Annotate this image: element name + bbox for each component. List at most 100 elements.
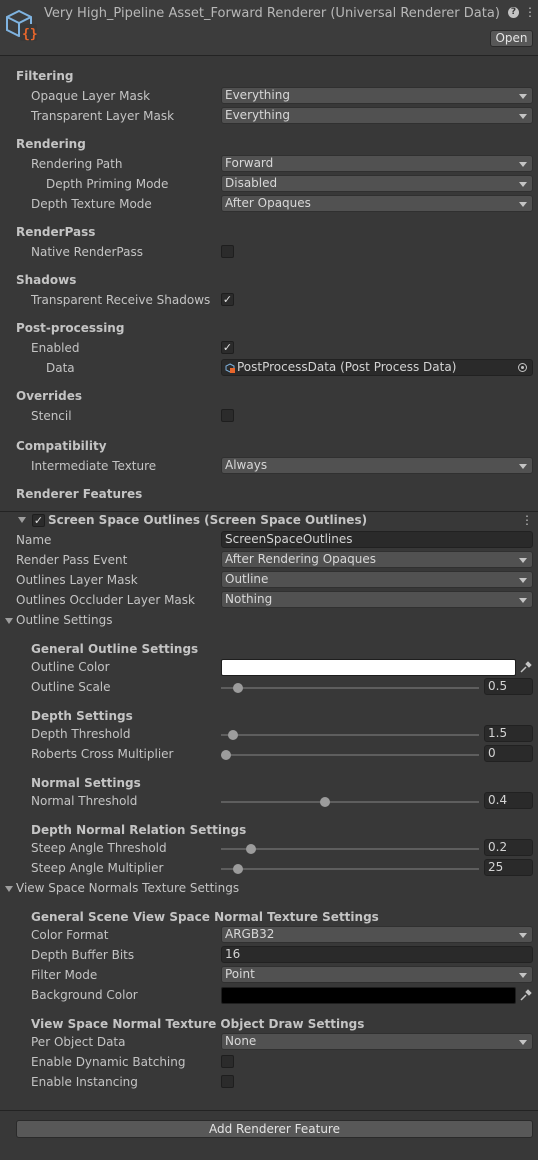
general-scene-view-space-heading: General Scene View Space Normal Texture … bbox=[31, 910, 379, 924]
feature-title: Screen Space Outlines (Screen Space Outl… bbox=[48, 513, 368, 527]
chevron-down-icon bbox=[519, 578, 527, 583]
filter-mode-dropdown[interactable]: Point bbox=[221, 966, 533, 983]
view-space-foldout-icon[interactable] bbox=[5, 886, 13, 892]
intermediate-texture-dropdown[interactable]: Always bbox=[221, 457, 533, 474]
post-processing-enabled-checkbox[interactable]: ✓ bbox=[221, 341, 234, 354]
transparent-layer-mask-label: Transparent Layer Mask bbox=[31, 109, 175, 123]
enable-dynamic-batching-label: Enable Dynamic Batching bbox=[31, 1055, 186, 1069]
outline-scale-slider-thumb[interactable] bbox=[233, 683, 244, 693]
feature-name-input[interactable]: ScreenSpaceOutlines bbox=[221, 531, 533, 548]
outline-settings-heading[interactable]: Outline Settings bbox=[16, 611, 112, 629]
depth-priming-mode-label: Depth Priming Mode bbox=[46, 177, 169, 191]
normal-threshold-slider-thumb[interactable] bbox=[320, 797, 331, 807]
depth-threshold-slider-thumb[interactable] bbox=[228, 730, 239, 740]
chevron-down-icon bbox=[519, 933, 527, 938]
opaque-layer-mask-value: Everything bbox=[225, 88, 290, 102]
depth-priming-mode-dropdown[interactable]: Disabled bbox=[221, 175, 533, 192]
outlines-occluder-layer-mask-dropdown[interactable]: Nothing bbox=[221, 591, 533, 608]
post-process-data-object-field[interactable]: PostProcessData (Post Process Data) bbox=[221, 359, 533, 376]
per-object-data-dropdown[interactable]: None bbox=[221, 1033, 533, 1050]
depth-threshold-input[interactable]: 1.5 bbox=[484, 725, 533, 742]
outlines-occluder-layer-mask-value: Nothing bbox=[225, 592, 273, 606]
inspector-header: {} Very High_Pipeline Asset_Forward Rend… bbox=[0, 0, 538, 56]
render-pass-event-value: After Rendering Opaques bbox=[225, 552, 376, 566]
steep-angle-multiplier-input[interactable]: 25 bbox=[484, 859, 533, 876]
normal-settings-heading: Normal Settings bbox=[31, 776, 141, 790]
feature-foldout-icon[interactable] bbox=[18, 517, 26, 523]
outline-scale-input[interactable]: 0.5 bbox=[484, 678, 533, 695]
add-renderer-feature-button[interactable]: Add Renderer Feature bbox=[16, 1120, 533, 1138]
roberts-cross-multiplier-input[interactable]: 0 bbox=[484, 745, 533, 762]
depth-buffer-bits-label: Depth Buffer Bits bbox=[31, 948, 135, 962]
eyedropper-icon[interactable] bbox=[519, 660, 533, 674]
steep-angle-threshold-input[interactable]: 0.2 bbox=[484, 839, 533, 856]
context-menu-icon[interactable]: ⋮ bbox=[524, 5, 536, 19]
object-draw-settings-heading: View Space Normal Texture Object Draw Se… bbox=[31, 1017, 365, 1031]
object-picker-icon[interactable] bbox=[518, 363, 527, 372]
filtering-heading: Filtering bbox=[16, 69, 74, 83]
color-format-dropdown[interactable]: ARGB32 bbox=[221, 926, 533, 943]
depth-buffer-bits-input[interactable]: 16 bbox=[221, 946, 533, 963]
roberts-cross-multiplier-slider-track[interactable] bbox=[221, 754, 479, 756]
feature-menu-icon[interactable]: ⋮ bbox=[521, 511, 533, 529]
depth-threshold-label: Depth Threshold bbox=[31, 727, 131, 741]
steep-angle-threshold-slider-track[interactable] bbox=[221, 848, 479, 850]
filter-mode-label: Filter Mode bbox=[31, 968, 98, 982]
chevron-down-icon bbox=[519, 464, 527, 469]
color-format-value: ARGB32 bbox=[225, 927, 275, 941]
asset-title: Very High_Pipeline Asset_Forward Rendere… bbox=[44, 6, 500, 21]
open-button[interactable]: Open bbox=[490, 30, 533, 47]
filter-mode-value: Point bbox=[225, 967, 255, 981]
outlines-layer-mask-label: Outlines Layer Mask bbox=[16, 573, 138, 587]
native-renderpass-checkbox[interactable] bbox=[221, 245, 234, 258]
chevron-down-icon bbox=[519, 114, 527, 119]
chevron-down-icon bbox=[519, 1040, 527, 1045]
post-process-data-value: PostProcessData (Post Process Data) bbox=[237, 360, 457, 374]
normal-threshold-slider-track[interactable] bbox=[221, 801, 479, 803]
outline-color-field[interactable] bbox=[221, 659, 516, 676]
outline-settings-foldout-icon[interactable] bbox=[5, 618, 13, 624]
steep-angle-threshold-label: Steep Angle Threshold bbox=[31, 841, 167, 855]
depth-texture-mode-dropdown[interactable]: After Opaques bbox=[221, 195, 533, 212]
steep-angle-threshold-slider-thumb[interactable] bbox=[245, 844, 256, 854]
post-processing-enabled-label: Enabled bbox=[31, 341, 80, 355]
transparent-layer-mask-dropdown[interactable]: Everything bbox=[221, 107, 533, 124]
steep-angle-multiplier-slider-track[interactable] bbox=[221, 868, 479, 870]
opaque-layer-mask-dropdown[interactable]: Everything bbox=[221, 87, 533, 104]
renderpass-heading: RenderPass bbox=[16, 225, 96, 239]
background-color-field[interactable] bbox=[221, 987, 516, 1004]
per-object-data-label: Per Object Data bbox=[31, 1035, 126, 1049]
eyedropper-icon[interactable] bbox=[519, 988, 533, 1002]
depth-normal-relation-settings-heading: Depth Normal Relation Settings bbox=[31, 823, 247, 837]
enable-instancing-checkbox[interactable] bbox=[221, 1075, 234, 1088]
roberts-cross-multiplier-slider-thumb[interactable] bbox=[221, 750, 231, 760]
rendering-heading: Rendering bbox=[16, 137, 86, 151]
feature-enabled-checkbox[interactable]: ✓ bbox=[32, 514, 45, 527]
render-pass-event-dropdown[interactable]: After Rendering Opaques bbox=[221, 551, 533, 568]
outlines-layer-mask-value: Outline bbox=[225, 572, 269, 586]
overrides-heading: Overrides bbox=[16, 389, 82, 403]
compatibility-heading: Compatibility bbox=[16, 439, 107, 453]
transparent-receive-shadows-checkbox[interactable]: ✓ bbox=[221, 293, 234, 306]
stencil-checkbox[interactable] bbox=[221, 409, 234, 422]
native-renderpass-label: Native RenderPass bbox=[31, 245, 143, 259]
opaque-layer-mask-label: Opaque Layer Mask bbox=[31, 89, 151, 103]
enable-instancing-label: Enable Instancing bbox=[31, 1075, 138, 1089]
enable-dynamic-batching-checkbox[interactable] bbox=[221, 1055, 234, 1068]
outlines-layer-mask-dropdown[interactable]: Outline bbox=[221, 571, 533, 588]
outline-scale-slider-track[interactable] bbox=[221, 687, 479, 689]
steep-angle-multiplier-slider-thumb[interactable] bbox=[233, 864, 244, 874]
rendering-path-dropdown[interactable]: Forward bbox=[221, 155, 533, 172]
steep-angle-multiplier-label: Steep Angle Multiplier bbox=[31, 861, 164, 875]
normal-threshold-input[interactable]: 0.4 bbox=[484, 792, 533, 809]
depth-threshold-slider-track[interactable] bbox=[221, 734, 479, 736]
chevron-down-icon bbox=[519, 182, 527, 187]
chevron-down-icon bbox=[519, 973, 527, 978]
help-icon[interactable]: ? bbox=[508, 7, 519, 18]
transparent-layer-mask-value: Everything bbox=[225, 108, 290, 122]
outline-scale-label: Outline Scale bbox=[31, 680, 111, 694]
depth-priming-mode-value: Disabled bbox=[225, 176, 278, 190]
post-process-data-asset-icon bbox=[225, 363, 235, 373]
view-space-heading[interactable]: View Space Normals Texture Settings bbox=[16, 879, 239, 897]
roberts-cross-multiplier-label: Roberts Cross Multiplier bbox=[31, 747, 174, 761]
